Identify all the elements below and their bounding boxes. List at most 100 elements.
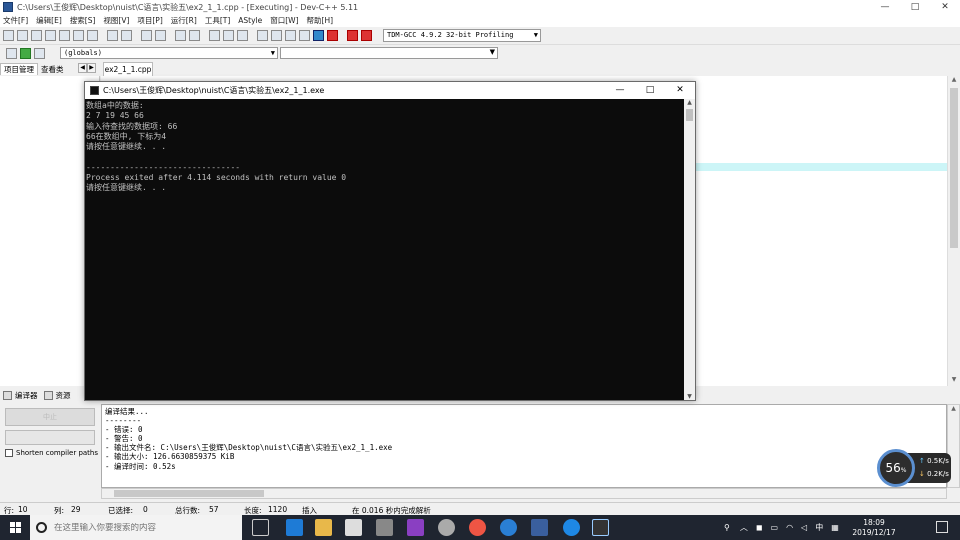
windows-start-icon[interactable] [10, 522, 21, 533]
stop-execution-icon[interactable] [327, 30, 338, 41]
compile-icon[interactable] [257, 30, 268, 41]
scroll-up-icon[interactable]: ▲ [948, 76, 960, 86]
battery-icon[interactable]: ▭ [771, 523, 779, 532]
tab-project[interactable]: 项目管理 [0, 63, 38, 75]
blue-app-icon[interactable] [500, 519, 517, 536]
new-file-icon[interactable] [3, 30, 14, 41]
rebuild-icon[interactable] [299, 30, 310, 41]
print-icon[interactable] [87, 30, 98, 41]
scroll-up-icon[interactable]: ▲ [684, 99, 695, 106]
tab-scroll-right-icon[interactable]: ▶ [87, 63, 96, 73]
menu-window[interactable]: 窗口[W] [270, 15, 298, 26]
indent-left-icon[interactable] [209, 30, 220, 41]
taskbar-clock[interactable]: 18:09 2019/12/17 [850, 518, 898, 537]
editor-file-tab[interactable]: ex2_1_1.cpp [103, 62, 153, 76]
undo-icon[interactable] [107, 30, 118, 41]
taskbar-search-input[interactable] [54, 522, 234, 533]
menu-file[interactable]: 文件[F] [3, 15, 28, 26]
insert-icon[interactable] [6, 47, 17, 59]
devcpp-taskbar-icon[interactable] [531, 519, 548, 536]
menu-tools[interactable]: 工具[T] [205, 15, 230, 26]
menu-edit[interactable]: 编辑[E] [36, 15, 62, 26]
editor-scroll-thumb[interactable] [950, 88, 958, 248]
input-method-icon[interactable]: ▦ [831, 523, 839, 532]
log-scroll-thumb[interactable] [114, 490, 264, 497]
compiler-select[interactable]: TDM-GCC 4.9.2 32-bit Profiling ▼ [383, 29, 541, 42]
tab-scroll-left-icon[interactable]: ◀ [78, 63, 87, 73]
compile-run-icon[interactable] [285, 30, 296, 41]
scroll-down-icon[interactable]: ▼ [948, 376, 960, 386]
ide-maximize-button[interactable]: □ [900, 0, 930, 14]
console-taskbar-icon[interactable] [592, 519, 609, 536]
console-output[interactable]: 数组a中的数据: 2 7 19 45 66 输入待查找的数据项: 66 66在数… [85, 99, 683, 400]
abort-compilation-button[interactable]: 中止 [5, 408, 95, 426]
check-syntax-icon[interactable] [313, 30, 324, 41]
editor-vertical-scrollbar[interactable]: ▲ ▼ [947, 76, 960, 386]
compile-log-line: -------- [105, 416, 142, 426]
tab-classes[interactable]: 查看类 [38, 64, 67, 75]
close-all-icon[interactable] [73, 30, 84, 41]
console-scroll-thumb[interactable] [686, 109, 693, 121]
settings-gear-icon[interactable] [438, 519, 455, 536]
kugou-icon[interactable] [563, 519, 580, 536]
file-explorer-icon[interactable] [315, 519, 332, 536]
console-minimize-button[interactable]: — [605, 82, 635, 99]
ime-indicator[interactable]: 中 [815, 522, 823, 533]
wifi-icon[interactable]: ◠ [786, 523, 793, 532]
find-icon[interactable] [141, 30, 152, 41]
toggle-bookmark-icon[interactable] [20, 47, 31, 59]
mail-icon[interactable] [376, 519, 393, 536]
ide-close-button[interactable]: ✕ [930, 0, 960, 14]
save-all-icon[interactable] [45, 30, 56, 41]
status-selected-value: 0 [143, 505, 148, 514]
run-icon[interactable] [271, 30, 282, 41]
menu-run[interactable]: 运行[R] [171, 15, 197, 26]
store-icon[interactable] [345, 519, 362, 536]
log-horizontal-scrollbar[interactable] [101, 488, 947, 499]
chrome-icon[interactable] [469, 519, 486, 536]
menu-help[interactable]: 帮助[H] [307, 15, 334, 26]
taskbar-search[interactable] [30, 515, 242, 540]
task-view-icon[interactable] [252, 519, 269, 536]
toggle-comment-icon[interactable] [237, 30, 248, 41]
network-speed-widget[interactable]: ↑ 0.5K/s ↓ 0.2K/s 56% [877, 449, 951, 489]
console-vertical-scrollbar[interactable]: ▲ ▼ [684, 99, 695, 400]
goto-bookmark-icon[interactable] [34, 47, 45, 59]
bookmark-icon[interactable] [189, 30, 200, 41]
indent-right-icon[interactable] [223, 30, 234, 41]
goto-line-icon[interactable] [175, 30, 186, 41]
scope-select[interactable]: (globals) ▼ [60, 47, 278, 59]
resources-tab-icon [43, 390, 53, 400]
people-icon[interactable]: ⚲ [724, 523, 730, 532]
visual-studio-icon[interactable] [407, 519, 424, 536]
menu-search[interactable]: 搜索[S] [70, 15, 96, 26]
delete-profile-icon[interactable] [361, 30, 372, 41]
console-maximize-button[interactable]: □ [635, 82, 665, 99]
save-icon[interactable] [31, 30, 42, 41]
show-hidden-icons-icon[interactable]: ︿ [740, 522, 748, 533]
compiler-tab-icon [3, 390, 12, 400]
tab-resources[interactable]: 资源 [56, 390, 71, 401]
compile-log[interactable]: 编译结果... -------- - 错误: 0 - 警告: 0 - 输出文件名… [101, 404, 947, 488]
close-file-icon[interactable] [59, 30, 70, 41]
shield-icon[interactable]: ◼ [756, 523, 763, 532]
volume-icon[interactable]: ◁ [801, 523, 807, 532]
redo-icon[interactable] [121, 30, 132, 41]
ide-minimize-button[interactable]: — [870, 0, 900, 14]
replace-icon[interactable] [155, 30, 166, 41]
member-select[interactable]: ▼ [280, 47, 498, 59]
action-center-icon[interactable] [936, 521, 948, 533]
menu-astyle[interactable]: AStyle [238, 16, 262, 25]
console-window[interactable]: C:\Users\王俊辉\Desktop\nuist\C语言\实验五\ex2_1… [84, 81, 696, 401]
console-close-button[interactable]: ✕ [665, 82, 695, 99]
menu-project[interactable]: 项目[P] [137, 15, 162, 26]
profile-chart-icon[interactable] [347, 30, 358, 41]
scroll-down-icon[interactable]: ▼ [684, 393, 695, 400]
open-file-icon[interactable] [17, 30, 28, 41]
scroll-up-icon[interactable]: ▲ [948, 405, 959, 412]
menu-view[interactable]: 视图[V] [103, 15, 129, 26]
edge-browser-icon[interactable] [286, 519, 303, 536]
tab-compiler[interactable]: 编译器 [15, 390, 38, 401]
shorten-paths-option[interactable]: Shorten compiler paths [5, 449, 98, 457]
shorten-paths-checkbox[interactable] [5, 449, 13, 457]
